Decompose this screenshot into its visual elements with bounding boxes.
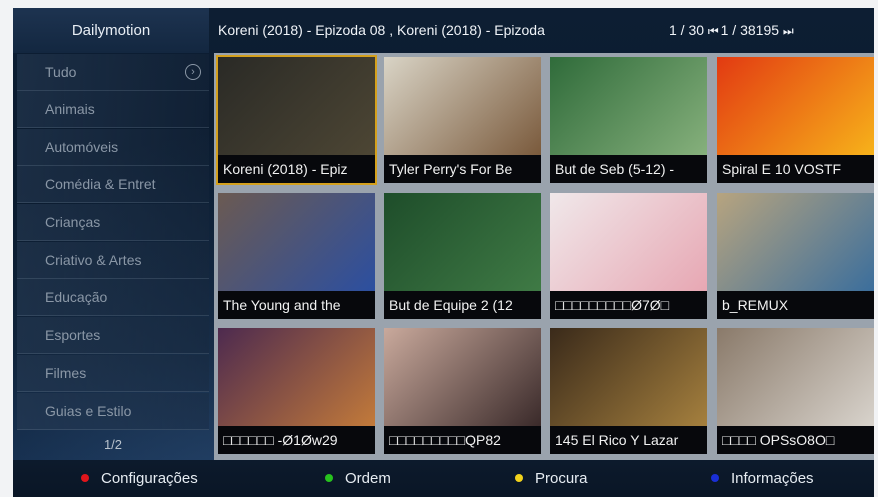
video-tile[interactable]: □□□□ OPSsO8O□ — [717, 328, 874, 454]
item-counter: 1 / 38195 — [720, 22, 780, 38]
video-thumbnail — [218, 57, 375, 155]
now-playing-title: Koreni (2018) - Epizoda 08 , Koreni (201… — [218, 22, 545, 38]
video-tile[interactable]: □□□□□□□□□QP82 — [384, 328, 541, 454]
video-thumbnail — [717, 57, 874, 155]
sidebar-item-label: Filmes — [45, 365, 87, 381]
video-tile[interactable]: b_REMUX — [717, 193, 874, 319]
video-tile[interactable]: Koreni (2018) - Epiz — [216, 55, 377, 185]
sidebar-item-label: Crianças — [45, 214, 101, 230]
skip-forward-icon[interactable]: ⏭ — [783, 24, 794, 38]
sidebar-item-label: Educação — [45, 289, 108, 305]
video-thumbnail — [384, 57, 541, 155]
color-key-footer: Configurações Ordem Procura Informações — [13, 460, 874, 497]
pager: 1 / 30 ⏮ 1 / 38195 ⏭ — [669, 8, 794, 53]
sidebar-item-label: Comédia & Entret — [45, 176, 156, 192]
video-thumbnail — [218, 193, 375, 291]
sidebar-item-animais[interactable]: Animais — [17, 91, 209, 128]
key-label: Procura — [535, 470, 588, 487]
sidebar-item-esportes[interactable]: Esportes — [17, 317, 209, 354]
video-title: Tyler Perry's For Be — [384, 155, 541, 183]
video-title: Spiral E 10 VOSTF — [717, 155, 874, 183]
video-grid: Koreni (2018) - Epiz Tyler Perry's For B… — [214, 53, 874, 460]
category-sidebar: Tudo › Animais Automóveis Comédia & Entr… — [17, 54, 209, 456]
video-tile[interactable]: □□□□□□ -Ø1Øw29 — [218, 328, 375, 454]
video-title: 145 El Rico Y Lazar — [550, 426, 707, 454]
sidebar-item-label: Tudo — [45, 64, 77, 80]
yellow-key-search[interactable]: Procura — [515, 460, 588, 497]
sidebar-page-indicator: 1/2 — [103, 437, 123, 452]
tv-screen: Dailymotion Koreni (2018) - Epizoda 08 ,… — [13, 8, 874, 497]
video-title: □□□□□□□□□QP82 — [384, 426, 541, 454]
video-thumbnail — [384, 193, 541, 291]
key-label: Configurações — [101, 470, 198, 487]
sidebar-item-comedia[interactable]: Comédia & Entret — [17, 166, 209, 203]
sidebar-item-tudo[interactable]: Tudo › — [17, 54, 209, 91]
chevron-right-circle-icon: › — [185, 64, 201, 80]
sidebar-item-criativo[interactable]: Criativo & Artes — [17, 242, 209, 279]
video-thumbnail — [550, 328, 707, 426]
key-label: Informações — [731, 470, 814, 487]
video-title: But de Equipe 2 (12 — [384, 291, 541, 319]
video-thumbnail — [384, 328, 541, 426]
red-key-settings[interactable]: Configurações — [81, 460, 198, 497]
sidebar-item-guias[interactable]: Guias e Estilo — [17, 393, 209, 430]
video-tile[interactable]: But de Seb (5-12) - — [550, 57, 707, 183]
video-tile[interactable]: The Young and the — [218, 193, 375, 319]
sidebar-item-label: Esportes — [45, 327, 101, 343]
video-tile[interactable]: □□□□□□□□□Ø7Ø□ — [550, 193, 707, 319]
video-tile[interactable]: But de Equipe 2 (12 — [384, 193, 541, 319]
yellow-dot-icon — [515, 474, 523, 483]
blue-dot-icon — [711, 474, 719, 483]
video-title: b_REMUX — [717, 291, 874, 319]
sidebar-item-label: Animais — [45, 101, 95, 117]
video-title: But de Seb (5-12) - — [550, 155, 707, 183]
sidebar-item-automoveis[interactable]: Automóveis — [17, 129, 209, 166]
video-tile[interactable]: Tyler Perry's For Be — [384, 57, 541, 183]
sidebar-item-filmes[interactable]: Filmes — [17, 355, 209, 392]
video-thumbnail — [550, 57, 707, 155]
key-label: Ordem — [345, 470, 391, 487]
page-indicator: 1 / 30 — [669, 22, 705, 38]
sidebar-item-label: Automóveis — [45, 139, 119, 155]
video-thumbnail — [218, 328, 375, 426]
red-dot-icon — [81, 474, 89, 483]
video-title: □□□□□□ -Ø1Øw29 — [218, 426, 375, 454]
skip-back-icon[interactable]: ⏮ — [708, 24, 719, 38]
video-title: Koreni (2018) - Epiz — [218, 155, 375, 183]
video-thumbnail — [717, 328, 874, 426]
sidebar-item-label: Guias e Estilo — [45, 403, 132, 419]
video-thumbnail — [550, 193, 707, 291]
green-dot-icon — [325, 474, 333, 483]
top-bar: Dailymotion Koreni (2018) - Epizoda 08 ,… — [13, 8, 874, 53]
video-thumbnail — [717, 193, 874, 291]
video-tile[interactable]: Spiral E 10 VOSTF — [717, 57, 874, 183]
sidebar-item-label: Criativo & Artes — [45, 252, 142, 268]
video-tile[interactable]: 145 El Rico Y Lazar — [550, 328, 707, 454]
video-title: The Young and the — [218, 291, 375, 319]
video-title: □□□□ OPSsO8O□ — [717, 426, 874, 454]
video-title: □□□□□□□□□Ø7Ø□ — [550, 291, 707, 319]
app-title: Dailymotion — [13, 8, 209, 53]
sidebar-item-educacao[interactable]: Educação — [17, 279, 209, 316]
sidebar-item-criancas[interactable]: Crianças — [17, 204, 209, 241]
blue-key-info[interactable]: Informações — [711, 460, 814, 497]
green-key-order[interactable]: Ordem — [325, 460, 391, 497]
